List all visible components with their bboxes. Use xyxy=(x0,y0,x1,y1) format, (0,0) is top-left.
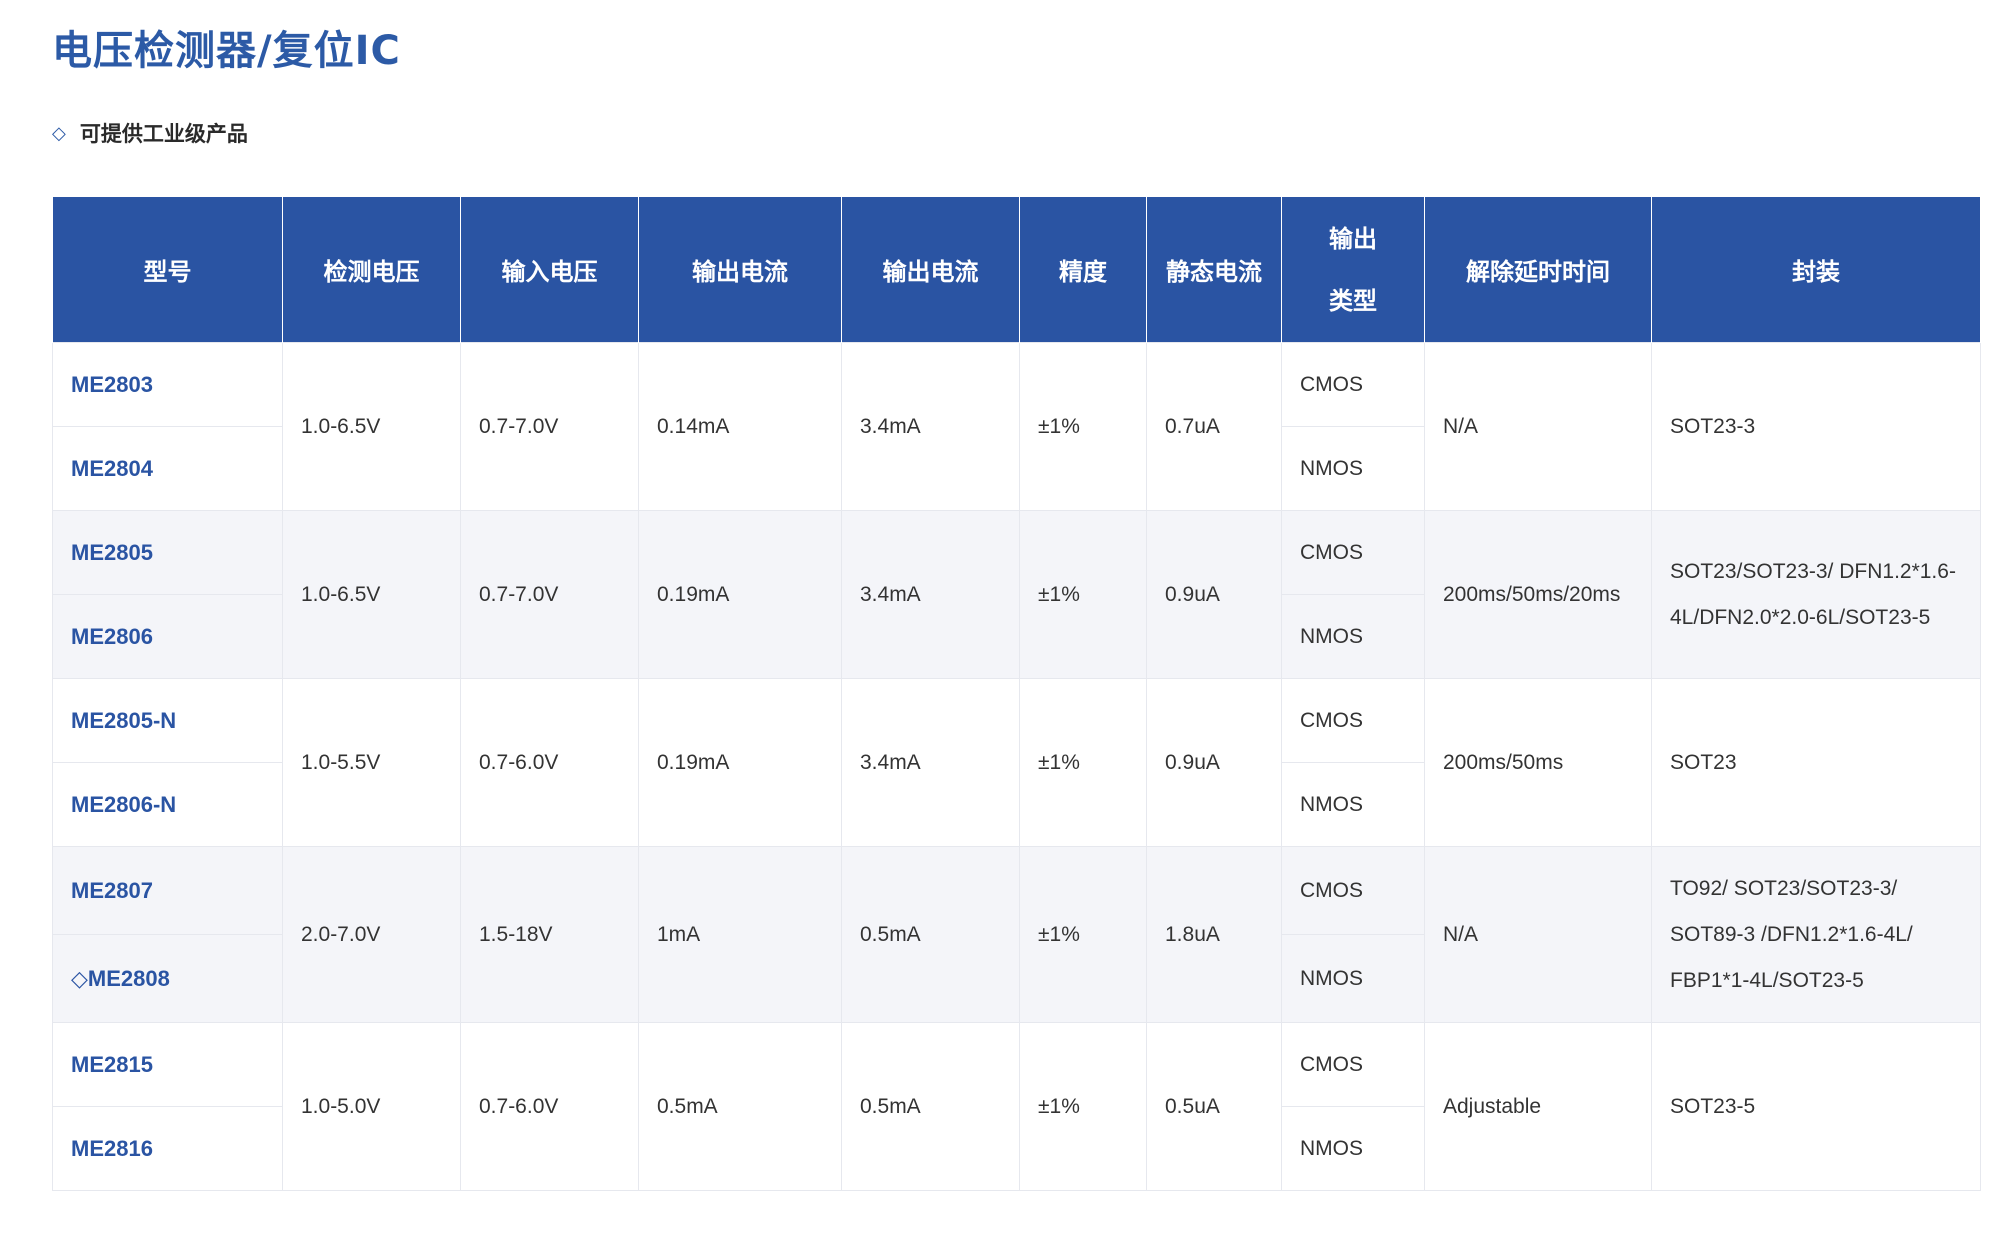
model-cell[interactable]: ME2816 xyxy=(52,1106,283,1191)
diamond-icon: ◇ xyxy=(52,122,66,144)
model-cell[interactable]: ME2805-N xyxy=(52,678,283,763)
output-current-2-cell: 0.5mA xyxy=(841,1022,1020,1191)
header-release-delay: 解除延时时间 xyxy=(1424,197,1652,343)
detect-voltage-cell: 2.0-7.0V xyxy=(282,846,461,1023)
output-current-2-cell: 0.5mA xyxy=(841,846,1020,1023)
output-type-cell: CMOS xyxy=(1281,678,1425,763)
header-model: 型号 xyxy=(52,197,283,343)
package-cell: TO92/ SOT23/SOT23-3/ SOT89-3 /DFN1.2*1.6… xyxy=(1651,846,1981,1023)
table-header-row: 型号 检测电压 输入电压 输出电流 输出电流 精度 静态电流 输出 类型 解除延… xyxy=(52,197,1981,343)
quiescent-current-cell: 0.7uA xyxy=(1146,342,1282,511)
model-cell[interactable]: ◇ME2808 xyxy=(52,934,283,1023)
accuracy-cell: ±1% xyxy=(1019,678,1147,847)
header-output-type: 输出 类型 xyxy=(1281,197,1425,343)
output-current-1-cell: 0.5mA xyxy=(638,1022,842,1191)
quiescent-current-cell: 0.9uA xyxy=(1146,510,1282,679)
table-row: ME2805 1.0-6.5V 0.7-7.0V 0.19mA 3.4mA ±1… xyxy=(52,510,1981,679)
model-cell[interactable]: ME2804 xyxy=(52,426,283,511)
detect-voltage-cell: 1.0-6.5V xyxy=(282,510,461,679)
detect-voltage-cell: 1.0-5.0V xyxy=(282,1022,461,1191)
output-type-cell: NMOS xyxy=(1281,934,1425,1023)
model-cell[interactable]: ME2806-N xyxy=(52,762,283,847)
quiescent-current-cell: 0.5uA xyxy=(1146,1022,1282,1191)
table-row: ME2815 1.0-5.0V 0.7-6.0V 0.5mA 0.5mA ±1%… xyxy=(52,1022,1981,1191)
output-current-2-cell: 3.4mA xyxy=(841,510,1020,679)
header-input-voltage: 输入电压 xyxy=(460,197,639,343)
output-type-cell: NMOS xyxy=(1281,594,1425,679)
page-title: 电压检测器/复位IC xyxy=(52,28,401,74)
input-voltage-cell: 0.7-6.0V xyxy=(460,678,639,847)
product-table: 型号 检测电压 输入电压 输出电流 输出电流 精度 静态电流 输出 类型 解除延… xyxy=(52,197,1981,1191)
output-type-cell: CMOS xyxy=(1281,510,1425,595)
package-cell: SOT23/SOT23-3/ DFN1.2*1.6-4L/DFN2.0*2.0-… xyxy=(1651,510,1981,679)
package-cell: SOT23-3 xyxy=(1651,342,1981,511)
header-output-current-2: 输出电流 xyxy=(841,197,1020,343)
release-delay-cell: 200ms/50ms xyxy=(1424,678,1652,847)
release-delay-cell: N/A xyxy=(1424,342,1652,511)
output-current-2-cell: 3.4mA xyxy=(841,342,1020,511)
detect-voltage-cell: 1.0-5.5V xyxy=(282,678,461,847)
header-detect-voltage: 检测电压 xyxy=(282,197,461,343)
model-cell[interactable]: ME2803 xyxy=(52,342,283,427)
output-current-1-cell: 0.14mA xyxy=(638,342,842,511)
output-current-1-cell: 0.19mA xyxy=(638,678,842,847)
detect-voltage-cell: 1.0-6.5V xyxy=(282,342,461,511)
note-text: 可提供工业级产品 xyxy=(79,122,248,146)
release-delay-cell: N/A xyxy=(1424,846,1652,1023)
accuracy-cell: ±1% xyxy=(1019,342,1147,511)
package-cell: SOT23-5 xyxy=(1651,1022,1981,1191)
model-cell[interactable]: ME2815 xyxy=(52,1022,283,1107)
package-cell: SOT23 xyxy=(1651,678,1981,847)
header-output-current-1: 输出电流 xyxy=(638,197,842,343)
quiescent-current-cell: 0.9uA xyxy=(1146,678,1282,847)
output-type-cell: CMOS xyxy=(1281,1022,1425,1107)
input-voltage-cell: 0.7-7.0V xyxy=(460,342,639,511)
output-current-2-cell: 3.4mA xyxy=(841,678,1020,847)
output-current-1-cell: 0.19mA xyxy=(638,510,842,679)
model-cell[interactable]: ME2806 xyxy=(52,594,283,679)
model-cell[interactable]: ME2805 xyxy=(52,510,283,595)
accuracy-cell: ±1% xyxy=(1019,1022,1147,1191)
input-voltage-cell: 0.7-7.0V xyxy=(460,510,639,679)
release-delay-cell: Adjustable xyxy=(1424,1022,1652,1191)
release-delay-cell: 200ms/50ms/20ms xyxy=(1424,510,1652,679)
output-type-cell: NMOS xyxy=(1281,1106,1425,1191)
input-voltage-cell: 0.7-6.0V xyxy=(460,1022,639,1191)
table-row: ME2807 2.0-7.0V 1.5-18V 1mA 0.5mA ±1% 1.… xyxy=(52,846,1981,1023)
accuracy-cell: ±1% xyxy=(1019,510,1147,679)
header-output-type-line1: 输出 xyxy=(1329,224,1377,253)
header-accuracy: 精度 xyxy=(1019,197,1147,343)
table-row: ME2803 1.0-6.5V 0.7-7.0V 0.14mA 3.4mA ±1… xyxy=(52,342,1981,511)
model-cell[interactable]: ME2807 xyxy=(52,846,283,935)
header-quiescent-current: 静态电流 xyxy=(1146,197,1282,343)
header-output-type-line2: 类型 xyxy=(1329,286,1377,315)
header-package: 封装 xyxy=(1651,197,1981,343)
output-current-1-cell: 1mA xyxy=(638,846,842,1023)
table-row: ME2805-N 1.0-5.5V 0.7-6.0V 0.19mA 3.4mA … xyxy=(52,678,1981,847)
quiescent-current-cell: 1.8uA xyxy=(1146,846,1282,1023)
output-type-cell: NMOS xyxy=(1281,762,1425,847)
accuracy-cell: ±1% xyxy=(1019,846,1147,1023)
input-voltage-cell: 1.5-18V xyxy=(460,846,639,1023)
output-type-cell: CMOS xyxy=(1281,846,1425,935)
output-type-cell: CMOS xyxy=(1281,342,1425,427)
output-type-cell: NMOS xyxy=(1281,426,1425,511)
industrial-grade-note: ◇ 可提供工业级产品 xyxy=(52,118,248,148)
